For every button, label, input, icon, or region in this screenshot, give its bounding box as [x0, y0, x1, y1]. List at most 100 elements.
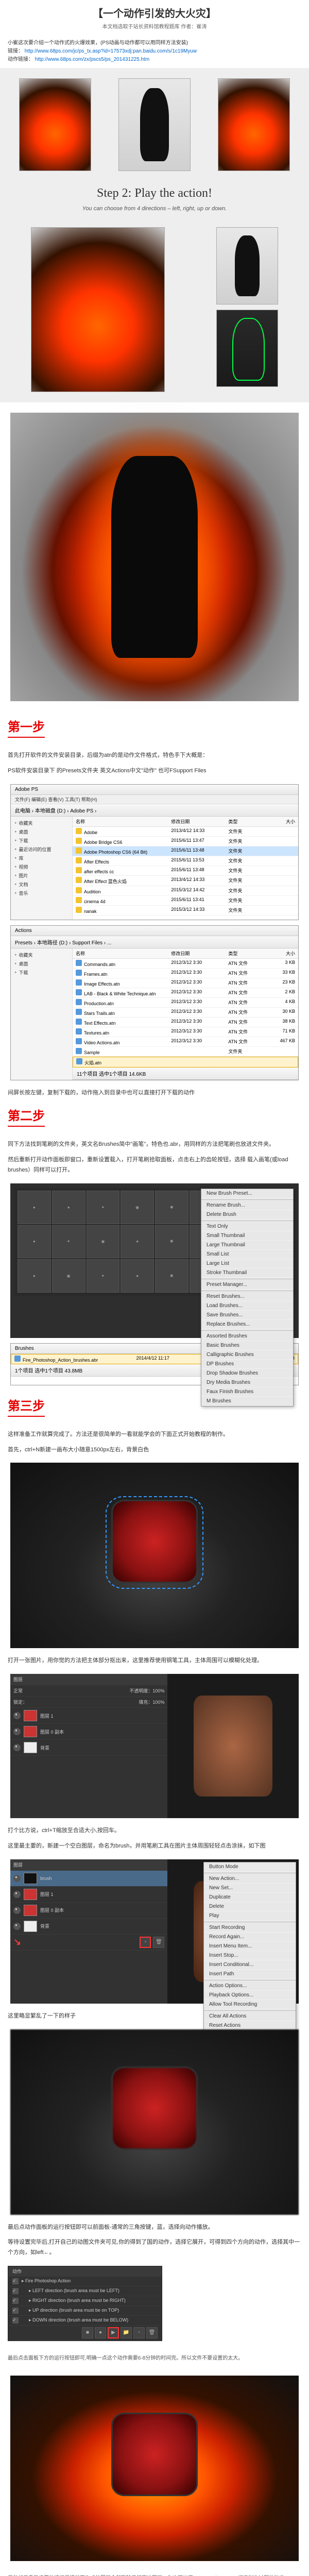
- file-row[interactable]: Stars Trails.atn2012/3/12 3:30ATN 文件30 K…: [73, 1008, 298, 1018]
- file-row[interactable]: Adobe2013/4/12 14:33文件夹: [73, 827, 298, 837]
- action-checkbox[interactable]: [12, 2317, 19, 2324]
- fb1-path[interactable]: 此电脑 › 本地磁盘 (D:) › Adobe PS ›: [11, 804, 298, 817]
- file-row[interactable]: Sample文件夹: [73, 1047, 298, 1057]
- play-button[interactable]: ▶: [108, 2327, 119, 2338]
- sidebar-favorites[interactable]: 收藏夹: [13, 819, 70, 827]
- action-row[interactable]: ▸ DOWN direction (brush area must be BEL…: [8, 2316, 162, 2326]
- brush-preset[interactable]: ✱: [155, 1191, 188, 1224]
- dropdown-item[interactable]: Small List: [201, 1250, 293, 1259]
- dropdown-item[interactable]: Reset Brushes...: [201, 1292, 293, 1301]
- new-action-button[interactable]: ▫: [133, 2327, 145, 2338]
- layer-name[interactable]: 图层 1: [40, 1891, 54, 1897]
- dropdown-item[interactable]: Small Thumbnail: [201, 1231, 293, 1241]
- layer-row[interactable]: 图层 0 副本: [10, 1724, 167, 1740]
- sidebar-videos[interactable]: 视频: [13, 862, 70, 871]
- dropdown-item[interactable]: New Brush Preset...: [201, 1189, 293, 1198]
- layer-row[interactable]: 图层 1: [10, 1708, 167, 1724]
- dropdown-item[interactable]: Text Only: [201, 1222, 293, 1231]
- dropdown-item[interactable]: Preset Manager...: [201, 1280, 293, 1290]
- file-row[interactable]: cinema 4d2015/6/11 13:41文件夹: [73, 896, 298, 906]
- dropdown-item[interactable]: Action Options...: [204, 1981, 296, 1991]
- layers-tab[interactable]: 图层: [13, 1676, 23, 1683]
- brush-preset[interactable]: ◉: [121, 1191, 154, 1224]
- layer-name[interactable]: 图层 0 副本: [40, 1728, 64, 1735]
- link2-url[interactable]: http://www.68ps.com/zx/pscs5/ps_20143122…: [35, 57, 149, 62]
- fb2-col-name[interactable]: 名称: [76, 950, 171, 957]
- action-row[interactable]: ▸ RIGHT direction (brush area must be RI…: [8, 2296, 162, 2306]
- dropdown-item[interactable]: Duplicate: [204, 1893, 296, 1902]
- sidebar-desktop[interactable]: 桌面: [13, 827, 70, 836]
- visibility-icon[interactable]: [13, 1907, 21, 1914]
- dropdown-item[interactable]: Button Mode: [204, 1862, 296, 1872]
- file-row[interactable]: Textures.atn2012/3/12 3:30ATN 文件71 KB: [73, 1027, 298, 1037]
- dropdown-item[interactable]: Start Recording: [204, 1923, 296, 1933]
- layer-name[interactable]: 图层 1: [40, 1713, 54, 1719]
- file-row[interactable]: Frames.atn2012/3/12 3:30ATN 文件33 KB: [73, 969, 298, 978]
- dropdown-item[interactable]: Allow Tool Recording: [204, 2000, 296, 2009]
- dropdown-item[interactable]: Large List: [201, 1259, 293, 1268]
- action-checkbox[interactable]: [12, 2278, 19, 2284]
- sidebar-libs[interactable]: 库: [13, 854, 70, 862]
- visibility-icon[interactable]: [13, 1923, 21, 1930]
- dropdown-item[interactable]: Stroke Thumbnail: [201, 1268, 293, 1278]
- action-row[interactable]: ▸ LEFT direction (brush area must be LEF…: [8, 2286, 162, 2296]
- brush-preset[interactable]: ✦: [52, 1225, 85, 1259]
- brush-preset[interactable]: ●: [18, 1191, 51, 1224]
- layer-row[interactable]: 背景: [10, 1740, 167, 1756]
- dropdown-item[interactable]: Calligraphic Brushes: [201, 1350, 293, 1360]
- fb1-col-type[interactable]: 类型: [228, 818, 266, 825]
- fill-value[interactable]: 100%: [152, 1700, 164, 1705]
- blend-mode[interactable]: 正常: [13, 1687, 23, 1694]
- fb2-sidebar-dl[interactable]: 下载: [13, 968, 70, 977]
- dropdown-item[interactable]: Insert Menu Item...: [204, 1942, 296, 1951]
- dropdown-item[interactable]: Rename Brush...: [201, 1201, 293, 1210]
- dropdown-item[interactable]: Replace Brushes...: [201, 1320, 293, 1329]
- file-row[interactable]: Commands.atn2012/3/12 3:30ATN 文件3 KB: [73, 959, 298, 969]
- dropdown-item[interactable]: Load Brushes...: [201, 1301, 293, 1311]
- file-row[interactable]: Adobe Photoshop CS6 (64 Bit)2015/6/11 13…: [73, 846, 298, 856]
- dropdown-item[interactable]: Play: [204, 1911, 296, 1921]
- file-row[interactable]: LAB - Black & White Technique.atn2012/3/…: [73, 988, 298, 998]
- layers-tab-2[interactable]: 图层: [13, 1861, 23, 1868]
- sidebar-music[interactable]: 音乐: [13, 889, 70, 897]
- action-checkbox[interactable]: [12, 2288, 19, 2294]
- dropdown-item[interactable]: New Set...: [204, 1884, 296, 1893]
- fb1-col-name[interactable]: 名称: [76, 818, 171, 825]
- layer-name[interactable]: 图层 0 副本: [40, 1907, 64, 1913]
- layer-row[interactable]: 图层 1: [10, 1887, 167, 1903]
- file-row[interactable]: after effects cc2015/6/11 13:48文件夹: [73, 866, 298, 876]
- sidebar-pics[interactable]: 图片: [13, 871, 70, 880]
- visibility-icon[interactable]: [13, 1875, 21, 1882]
- file-row[interactable]: After Effect 蓝色火焰2013/4/12 14:33文件夹: [73, 876, 298, 886]
- brush-preset[interactable]: ●: [18, 1225, 51, 1259]
- layer-name[interactable]: 背景: [40, 1744, 49, 1751]
- dropdown-item[interactable]: Assorted Brushes: [201, 1332, 293, 1341]
- action-checkbox[interactable]: [12, 2308, 19, 2314]
- layer-row[interactable]: 图层 0 副本: [10, 1903, 167, 1919]
- actions-tab[interactable]: 动作: [12, 2268, 22, 2275]
- action-row[interactable]: ▸ UP direction (brush area must be on TO…: [8, 2306, 162, 2316]
- dropdown-item[interactable]: Save Brushes...: [201, 1311, 293, 1320]
- file-row[interactable]: Production.atn2012/3/12 3:30ATN 文件4 KB: [73, 998, 298, 1008]
- new-set-button[interactable]: 📁: [121, 2327, 132, 2338]
- brush-preset[interactable]: ✱: [155, 1259, 188, 1293]
- dropdown-item[interactable]: M Brushes: [201, 1397, 293, 1406]
- delete-layer-button[interactable]: 🗑: [153, 1937, 164, 1948]
- fb1-menu[interactable]: 文件(F) 编辑(E) 查看(V) 工具(T) 帮助(H): [11, 795, 298, 804]
- brush-preset[interactable]: ✦: [87, 1259, 120, 1293]
- action-row[interactable]: ▸ Fire Photoshop Action: [8, 2277, 162, 2286]
- stop-button[interactable]: ■: [82, 2327, 93, 2338]
- brush-preset[interactable]: ◉: [87, 1225, 120, 1259]
- dropdown-item[interactable]: Insert Stop...: [204, 1951, 296, 1960]
- fb2-col-type[interactable]: 类型: [228, 950, 266, 957]
- fb2-col-date[interactable]: 修改日期: [171, 950, 228, 957]
- opacity-value[interactable]: 100%: [152, 1688, 164, 1693]
- file-row[interactable]: 火焰.atn: [73, 1057, 298, 1067]
- visibility-icon[interactable]: [13, 1891, 21, 1898]
- visibility-icon[interactable]: [13, 1712, 21, 1719]
- dropdown-item[interactable]: Record Again...: [204, 1933, 296, 1942]
- dropdown-item[interactable]: DP Brushes: [201, 1360, 293, 1369]
- brush-preset[interactable]: ✦: [87, 1191, 120, 1224]
- dropdown-item[interactable]: Basic Brushes: [201, 1341, 293, 1350]
- layer-row[interactable]: 背景: [10, 1919, 167, 1935]
